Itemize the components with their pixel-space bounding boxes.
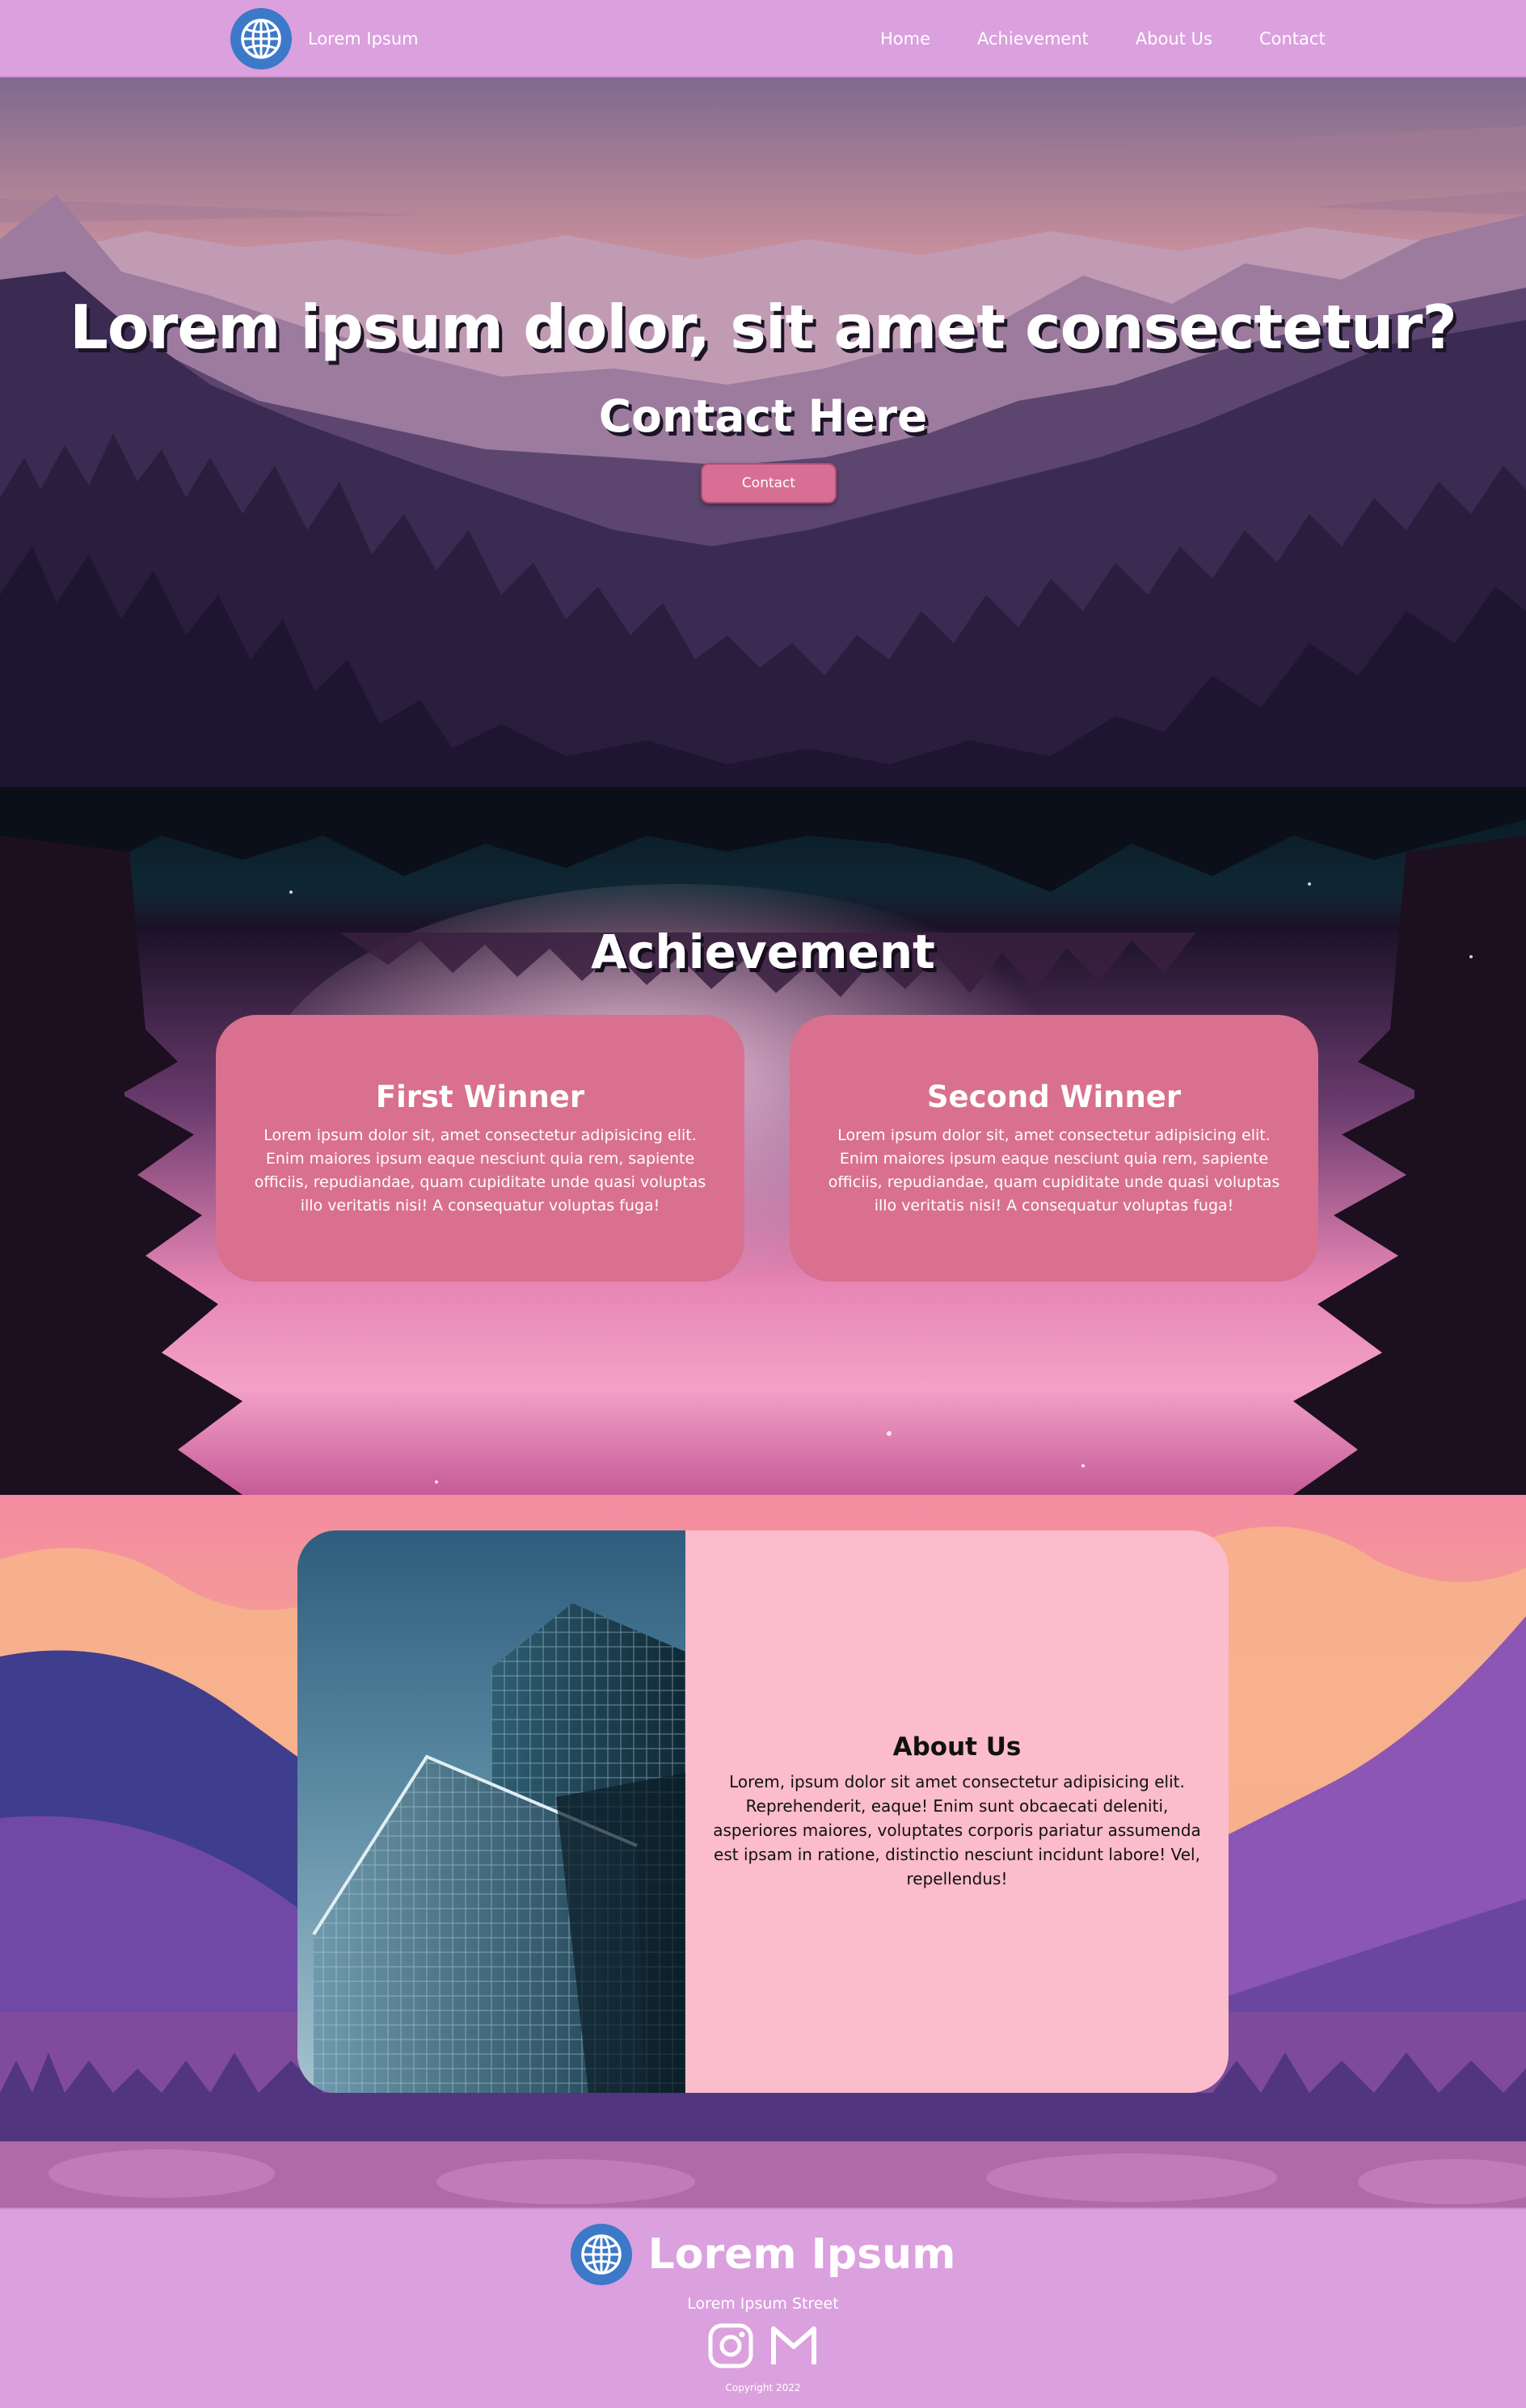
gmail-icon[interactable]: [769, 2322, 819, 2369]
social-icons: [0, 2322, 1526, 2369]
about-card: About Us Lorem, ipsum dolor sit amet con…: [297, 1530, 1229, 2093]
footer-brand-text: Lorem Ipsum: [647, 2230, 956, 2279]
office-building-image: [297, 1530, 685, 2093]
instagram-icon[interactable]: [707, 2322, 754, 2369]
navbar: Lorem Ipsum Home Achievement About Us Co…: [0, 0, 1526, 78]
card-text: Lorem ipsum dolor sit, amet consectetur …: [254, 1126, 706, 1215]
footer-brand: Lorem Ipsum: [0, 2224, 1526, 2285]
card-title: First Winner: [375, 1080, 585, 1114]
nav-links: Home Achievement About Us Contact: [857, 0, 1349, 78]
card-title: Second Winner: [926, 1080, 1182, 1114]
contact-button[interactable]: Contact: [701, 463, 837, 503]
about-section: About Us Lorem, ipsum dolor sit amet con…: [0, 1495, 1526, 2208]
hero-section: Lorem ipsum dolor, sit amet consectetur?…: [0, 78, 1526, 787]
card-text: Lorem ipsum dolor sit, amet consectetur …: [828, 1126, 1280, 1215]
globe-icon: [570, 2224, 632, 2285]
nav-link-achievement[interactable]: Achievement: [977, 29, 1089, 48]
nav-link-about-us[interactable]: About Us: [1136, 29, 1212, 48]
nav-link-contact[interactable]: Contact: [1259, 29, 1326, 48]
achievement-card-second: Second Winner Lorem ipsum dolor sit, ame…: [790, 1015, 1318, 1282]
hero-title: Lorem ipsum dolor, sit amet consectetur?: [70, 292, 1457, 363]
about-text: Lorem, ipsum dolor sit amet consectetur …: [713, 1772, 1201, 1888]
achievement-title: Achievement: [591, 924, 935, 979]
globe-icon: [230, 8, 292, 69]
about-title: About Us: [892, 1732, 1022, 1762]
about-content: About Us Lorem, ipsum dolor sit amet con…: [685, 1530, 1229, 2093]
nav-link-home[interactable]: Home: [880, 29, 930, 48]
nav-brand[interactable]: Lorem Ipsum: [230, 8, 419, 69]
achievement-section: Achievement First Winner Lorem ipsum dol…: [0, 787, 1526, 1495]
footer: Lorem Ipsum Lorem Ipsum Street Copyright…: [0, 2208, 1526, 2408]
footer-copyright: Copyright 2022: [725, 2382, 801, 2393]
footer-street: Lorem Ipsum Street: [687, 2295, 839, 2313]
nav-brand-text: Lorem Ipsum: [308, 29, 419, 48]
achievement-card-first: First Winner Lorem ipsum dolor sit, amet…: [216, 1015, 744, 1282]
hero-subtitle: Contact Here: [598, 390, 928, 442]
